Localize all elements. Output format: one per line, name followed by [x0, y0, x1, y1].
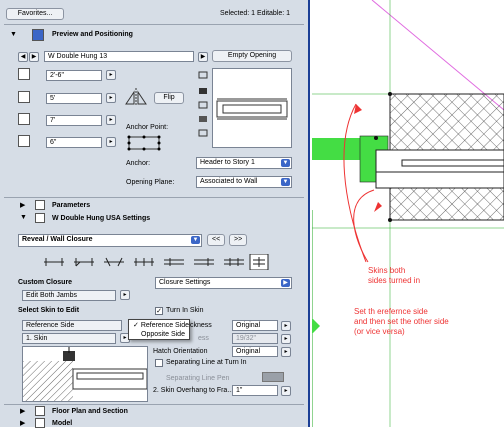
expand-triangle-icon[interactable]: ▶ [20, 407, 25, 415]
menu-item-reference-side[interactable]: ✓ Reference Side [129, 320, 189, 330]
sill-height-icon [18, 113, 30, 125]
skin-side-field[interactable]: Reference Side [22, 320, 122, 331]
overhang-label: 2. Skin Overhang to Fra... [153, 387, 234, 394]
overhang-field[interactable]: 1" [232, 385, 278, 396]
edit-jambs-arrow-icon[interactable]: ▸ [120, 290, 130, 300]
hatch-orientation-label: Hatch Orientation [153, 348, 208, 355]
dim-field-label: ess [198, 335, 209, 342]
divider [4, 404, 304, 405]
overhang-arrow-icon[interactable]: ▸ [281, 386, 291, 396]
next-page-button[interactable]: >> [229, 234, 247, 246]
collapse-triangle-icon[interactable]: ▼ [20, 214, 27, 221]
width-icon [18, 68, 30, 80]
closure-type-icons[interactable] [40, 253, 270, 271]
section-title-floor-plan[interactable]: Floor Plan and Section [52, 408, 128, 415]
expand-triangle-icon[interactable]: ▶ [20, 201, 25, 209]
sill-field[interactable]: 7' [46, 115, 102, 126]
page-select[interactable]: Reveal / Wall Closure ▼ [18, 234, 202, 247]
separating-line-label: Separating Line at Turn In [166, 359, 247, 366]
select-skin-label: Select Skin to Edit [18, 307, 80, 314]
collapse-triangle-icon[interactable]: ▼ [10, 31, 17, 38]
depth-field[interactable]: 6" [46, 137, 102, 148]
menu-item-opposite-side[interactable]: Opposite Side [129, 330, 189, 339]
empty-opening-button[interactable]: Empty Opening [212, 50, 292, 62]
next-object-icon[interactable]: ▶ [29, 52, 39, 62]
view-mode-icon-strip[interactable] [198, 70, 208, 140]
separating-line-checkbox[interactable] [155, 359, 163, 367]
opening-plane-select[interactable]: Associated to Wall ▼ [196, 176, 292, 188]
turn-in-skin-checkbox[interactable]: ✓ [155, 307, 163, 315]
window-settings-panel: Favorites... Selected: 1 Editable: 1 ▼ P… [0, 0, 310, 428]
thickness-arrow-icon[interactable]: ▸ [281, 321, 291, 331]
dim-field: 19/32" [232, 333, 278, 344]
separating-pen-label: Separating Line Pen [166, 375, 230, 382]
custom-closure-label: Custom Closure [18, 279, 73, 286]
thickness-field[interactable]: Original [232, 320, 278, 331]
divider [4, 197, 304, 198]
section-title-settings[interactable]: W Double Hung USA Settings [52, 215, 150, 222]
pen-swatch[interactable] [262, 372, 284, 382]
settings-icon [35, 213, 45, 223]
plan-drawing-area[interactable]: Skins both sides turned in Set th erefer… [311, 0, 504, 427]
hatch-arrow-icon[interactable]: ▸ [281, 347, 291, 357]
section-title-preview[interactable]: Preview and Positioning [52, 31, 133, 38]
width-lock-icon[interactable]: ▸ [106, 70, 116, 80]
annotation-skins: Skins both sides turned in [368, 266, 421, 285]
window-settings-icon [32, 29, 44, 41]
skin-preview-diagram [22, 346, 148, 402]
width-field[interactable]: 2'-6" [46, 70, 102, 81]
flip-button[interactable]: Flip [154, 92, 184, 104]
annotation-instructions: Set th erefernce side and then set the o… [354, 307, 449, 336]
anchor-point-label: Anchor Point: [126, 124, 169, 131]
flip-icon [124, 86, 148, 108]
divider [4, 24, 304, 25]
hatch-orientation-field[interactable]: Original [232, 346, 278, 357]
favorites-button[interactable]: Favorites... [6, 8, 64, 20]
height-lock-icon[interactable]: ▸ [106, 93, 116, 103]
window-name-field[interactable]: W Double Hung 13 [44, 51, 194, 62]
parameters-icon [35, 200, 45, 210]
anchor-point-selector[interactable] [126, 134, 166, 152]
window-preview [212, 68, 292, 148]
screen: Favorites... Selected: 1 Editable: 1 ▼ P… [0, 0, 504, 428]
skin-side-menu: ✓ Reference Side Opposite Side [128, 319, 190, 340]
depth-icon [18, 135, 30, 147]
skin-field[interactable]: 1. Skin [22, 333, 116, 344]
prev-page-button[interactable]: << [207, 234, 225, 246]
anchor-select[interactable]: Header to Story 1 ▼ [196, 157, 292, 169]
opening-plane-label: Opening Plane: [126, 179, 175, 186]
height-icon [18, 91, 30, 103]
section-title-model[interactable]: Model [52, 420, 72, 427]
floor-plan-icon [35, 406, 45, 416]
edit-jambs-field[interactable]: Edit Both Jambs [22, 290, 116, 301]
expand-triangle-icon[interactable]: ▶ [20, 419, 25, 427]
prev-object-icon[interactable]: ◀ [18, 52, 28, 62]
selection-info: Selected: 1 Editable: 1 [220, 10, 291, 17]
height-field[interactable]: 5' [46, 93, 102, 104]
sill-lock-icon[interactable]: ▸ [106, 115, 116, 125]
closure-settings-select[interactable]: Closure Settings ▶ [155, 277, 292, 289]
anchor-label: Anchor: [126, 160, 151, 167]
dim-arrow-icon[interactable]: ▸ [281, 334, 291, 344]
depth-lock-icon[interactable]: ▸ [106, 137, 116, 147]
thickness-label: ckness [190, 322, 212, 329]
section-title-parameters[interactable]: Parameters [52, 202, 90, 209]
turn-in-skin-label: Turn In Skin [166, 307, 204, 314]
expand-arrow-icon[interactable]: ▶ [198, 52, 208, 62]
plan-drawing [311, 0, 504, 427]
